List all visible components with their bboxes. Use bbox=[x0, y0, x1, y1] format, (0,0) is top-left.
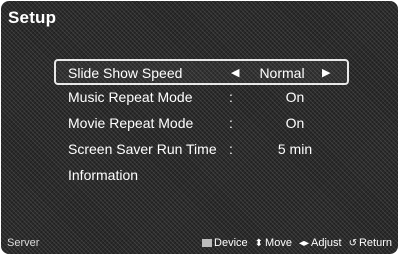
hint-move: ⬍ Move bbox=[255, 237, 292, 249]
hint-adjust: ◂▸ Adjust bbox=[299, 237, 342, 249]
separator: : bbox=[229, 141, 233, 157]
menu-item-slide-show-speed[interactable]: Slide Show Speed ◀ Normal ▶ bbox=[54, 59, 349, 85]
updown-arrows-icon: ⬍ bbox=[254, 237, 264, 249]
hint-label: Adjust bbox=[311, 237, 342, 249]
server-label: Server bbox=[7, 237, 40, 249]
menu-item-movie-repeat-mode[interactable]: Movie Repeat Mode : On bbox=[54, 111, 349, 137]
menu-item-label: Movie Repeat Mode bbox=[68, 115, 194, 131]
hint-return: ↺ Return bbox=[349, 237, 392, 249]
page-title: Setup bbox=[8, 8, 57, 27]
return-icon: ↺ bbox=[348, 237, 357, 249]
tv-screen: Setup Slide Show Speed ◀ Normal ▶ Music … bbox=[1, 1, 398, 254]
menu-item-value: On bbox=[285, 115, 305, 131]
device-button-icon bbox=[202, 239, 213, 247]
hint-device: Device bbox=[202, 237, 248, 249]
separator: : bbox=[229, 115, 233, 131]
left-arrow-icon[interactable]: ◀ bbox=[231, 61, 239, 85]
menu-item-label: Information bbox=[68, 167, 139, 183]
menu-item-label: Slide Show Speed bbox=[68, 65, 183, 81]
hint-label: Move bbox=[265, 237, 292, 249]
setup-menu: Slide Show Speed ◀ Normal ▶ Music Repeat… bbox=[54, 59, 349, 189]
leftright-arrows-icon: ◂▸ bbox=[298, 237, 309, 249]
menu-item-screen-saver-run-time[interactable]: Screen Saver Run Time : 5 min bbox=[54, 137, 349, 163]
menu-item-label: Screen Saver Run Time bbox=[68, 141, 217, 157]
right-arrow-icon[interactable]: ▶ bbox=[322, 61, 330, 85]
separator: : bbox=[229, 89, 233, 105]
hint-label: Device bbox=[214, 237, 248, 249]
menu-item-value: Normal bbox=[259, 65, 305, 81]
menu-item-label: Music Repeat Mode bbox=[68, 89, 193, 105]
footer-bar: Server Device ⬍ Move ◂▸ Adjust ↺ Return bbox=[1, 235, 398, 251]
menu-item-value: 5 min bbox=[277, 141, 313, 157]
menu-item-music-repeat-mode[interactable]: Music Repeat Mode : On bbox=[54, 85, 349, 111]
button-hints: Device ⬍ Move ◂▸ Adjust ↺ Return bbox=[202, 237, 392, 249]
menu-item-value: On bbox=[285, 89, 305, 105]
hint-label: Return bbox=[358, 237, 392, 249]
menu-item-information[interactable]: Information bbox=[54, 163, 349, 189]
